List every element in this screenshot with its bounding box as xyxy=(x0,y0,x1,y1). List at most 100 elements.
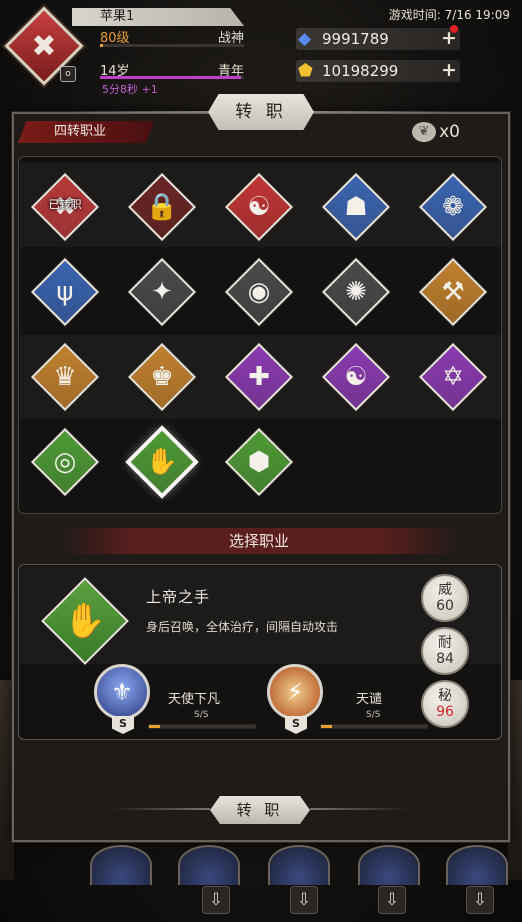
skill-grade-badge: S xyxy=(112,716,134,734)
change-job-button[interactable]: 转 职 xyxy=(210,796,310,824)
stat-endurance-value: 84 xyxy=(436,651,454,667)
job-option[interactable]: ✖ 已转职 xyxy=(30,172,100,242)
job-option[interactable]: ⬢ xyxy=(224,427,294,497)
button-divider-right xyxy=(310,808,410,810)
game-time: 游戏时间: 7/16 19:09 xyxy=(388,8,510,22)
level-progress-fill xyxy=(100,44,103,47)
axe-banner-icon: ⚒ xyxy=(441,277,465,307)
crown-chain-icon: ♚ xyxy=(150,362,174,392)
skill-level-1: S/S xyxy=(194,710,209,720)
job-option[interactable]: ♛ xyxy=(30,342,100,412)
skill-name-2: 天谴 xyxy=(356,692,383,707)
job-option[interactable]: ◎ xyxy=(30,427,100,497)
player-name: 苹果1 xyxy=(72,8,244,26)
right-frame xyxy=(508,680,522,880)
down-arrow-icon[interactable]: ⇩ xyxy=(202,886,230,914)
angel-wings-icon: ⚜ xyxy=(111,678,133,706)
gold-value: 10198299 xyxy=(322,62,399,80)
feather-icon: ❦ xyxy=(412,122,436,142)
skill-progress-fill xyxy=(321,725,332,728)
sword-burst-icon: ✦ xyxy=(151,277,173,307)
skill-progress-2 xyxy=(320,724,428,729)
job-option[interactable]: ✚ xyxy=(224,342,294,412)
down-arrow-icon[interactable]: ⇩ xyxy=(290,886,318,914)
job-option[interactable]: ☯ xyxy=(224,172,294,242)
age-progress-fill xyxy=(100,76,242,79)
job-option[interactable]: ψ xyxy=(30,257,100,327)
gold-gem-icon: ⬟ xyxy=(298,61,313,81)
job-option[interactable]: 🔒 xyxy=(127,172,197,242)
stat-endurance: 耐 84 xyxy=(421,627,469,675)
bg-slot xyxy=(268,845,330,885)
crown-skull-icon: ♛ xyxy=(53,362,77,392)
down-arrow-icon[interactable]: ⇩ xyxy=(378,886,406,914)
lock-icon: 🔒 xyxy=(145,192,179,222)
top-hud: ✖ o 苹果1 80级 战神 14岁 青年 5分8秒 +1 游戏时间: 7/16… xyxy=(0,0,522,100)
skill-level-2: S/S xyxy=(366,710,381,720)
selected-job-icon: ✋ xyxy=(40,576,130,666)
job-option[interactable]: ✋ xyxy=(127,427,197,497)
skill-progress-1 xyxy=(148,724,256,729)
eye-burst-icon: ◉ xyxy=(247,277,271,307)
diamond-icon: ◆ xyxy=(298,29,312,49)
job-option[interactable]: ✦ xyxy=(127,257,197,327)
currency-gold: ⬟ 10198299 + xyxy=(296,60,460,82)
trident-icon: ψ xyxy=(56,277,74,307)
level-progress-bar xyxy=(100,44,244,47)
bg-slot xyxy=(178,845,240,885)
triskelion-icon: ☯ xyxy=(247,192,271,222)
diamond-value: 9991789 xyxy=(322,30,389,48)
eye-sun-icon: ◎ xyxy=(53,447,77,477)
skill-progress-fill xyxy=(149,725,160,728)
tier-banner: 四转职业 xyxy=(18,121,154,143)
stat-power: 威 60 xyxy=(421,574,469,622)
bg-slot xyxy=(446,845,508,885)
job-option[interactable]: ☯ xyxy=(321,342,391,412)
cube-icon: ⬢ xyxy=(247,447,271,477)
job-option[interactable]: ⚒ xyxy=(418,257,488,327)
selected-job-name: 上帝之手 xyxy=(146,588,211,606)
selected-job-desc: 身后召唤，全体治疗，间隔自动攻击 xyxy=(146,620,339,634)
stat-mystic-value: 96 xyxy=(436,704,454,720)
add-gold-button[interactable]: + xyxy=(440,61,458,80)
job-option[interactable]: ✡ xyxy=(418,342,488,412)
light-pillar-icon: ⚡ xyxy=(286,678,304,706)
skill-grade-badge: S xyxy=(285,716,307,734)
dragon-icon: ❁ xyxy=(442,192,464,222)
button-divider-left xyxy=(110,808,210,810)
stat-power-value: 60 xyxy=(436,598,454,614)
feather-count: x0 xyxy=(439,122,460,142)
job-option[interactable]: ☗ xyxy=(321,172,391,242)
hand-icon: ✋ xyxy=(145,447,179,477)
stat-power-key: 威 xyxy=(438,582,452,598)
bg-slot xyxy=(358,845,420,885)
job-option[interactable]: ♚ xyxy=(127,342,197,412)
job-option[interactable]: ◉ xyxy=(224,257,294,327)
spider-icon: ✺ xyxy=(345,277,367,307)
timer-text: 5分8秒 +1 xyxy=(102,83,158,96)
hand-icon: ✋ xyxy=(63,601,107,641)
job-option[interactable]: ❁ xyxy=(418,172,488,242)
avatar-badge: o xyxy=(60,66,76,82)
age-progress-bar xyxy=(100,76,244,79)
gear-cross-icon: ✚ xyxy=(248,362,270,392)
crossed-axes-icon: ✖ xyxy=(31,28,57,64)
select-job-header: 选择职业 xyxy=(56,528,462,554)
skill-name-1: 天使下凡 xyxy=(168,692,221,707)
notification-dot xyxy=(450,25,458,33)
skill-slot-1[interactable]: ⚜ S xyxy=(92,664,152,734)
title-divider-left xyxy=(70,111,210,113)
bg-slot xyxy=(90,845,152,885)
currency-diamond: ◆ 9991789 + xyxy=(296,25,460,50)
stat-mystic-key: 秘 xyxy=(438,688,452,704)
job-option[interactable]: ✺ xyxy=(321,257,391,327)
yin-yang-icon: ☯ xyxy=(344,362,368,392)
stat-endurance-key: 耐 xyxy=(438,635,452,651)
down-arrow-icon[interactable]: ⇩ xyxy=(466,886,494,914)
job-status-label: 已转职 xyxy=(48,198,82,211)
title-divider-right xyxy=(312,111,452,113)
skill-slot-2[interactable]: ⚡ S xyxy=(265,664,325,734)
hexagram-icon: ✡ xyxy=(442,362,464,392)
stat-mystic: 秘 96 xyxy=(421,680,469,728)
demon-mask-icon: ☗ xyxy=(344,192,368,222)
